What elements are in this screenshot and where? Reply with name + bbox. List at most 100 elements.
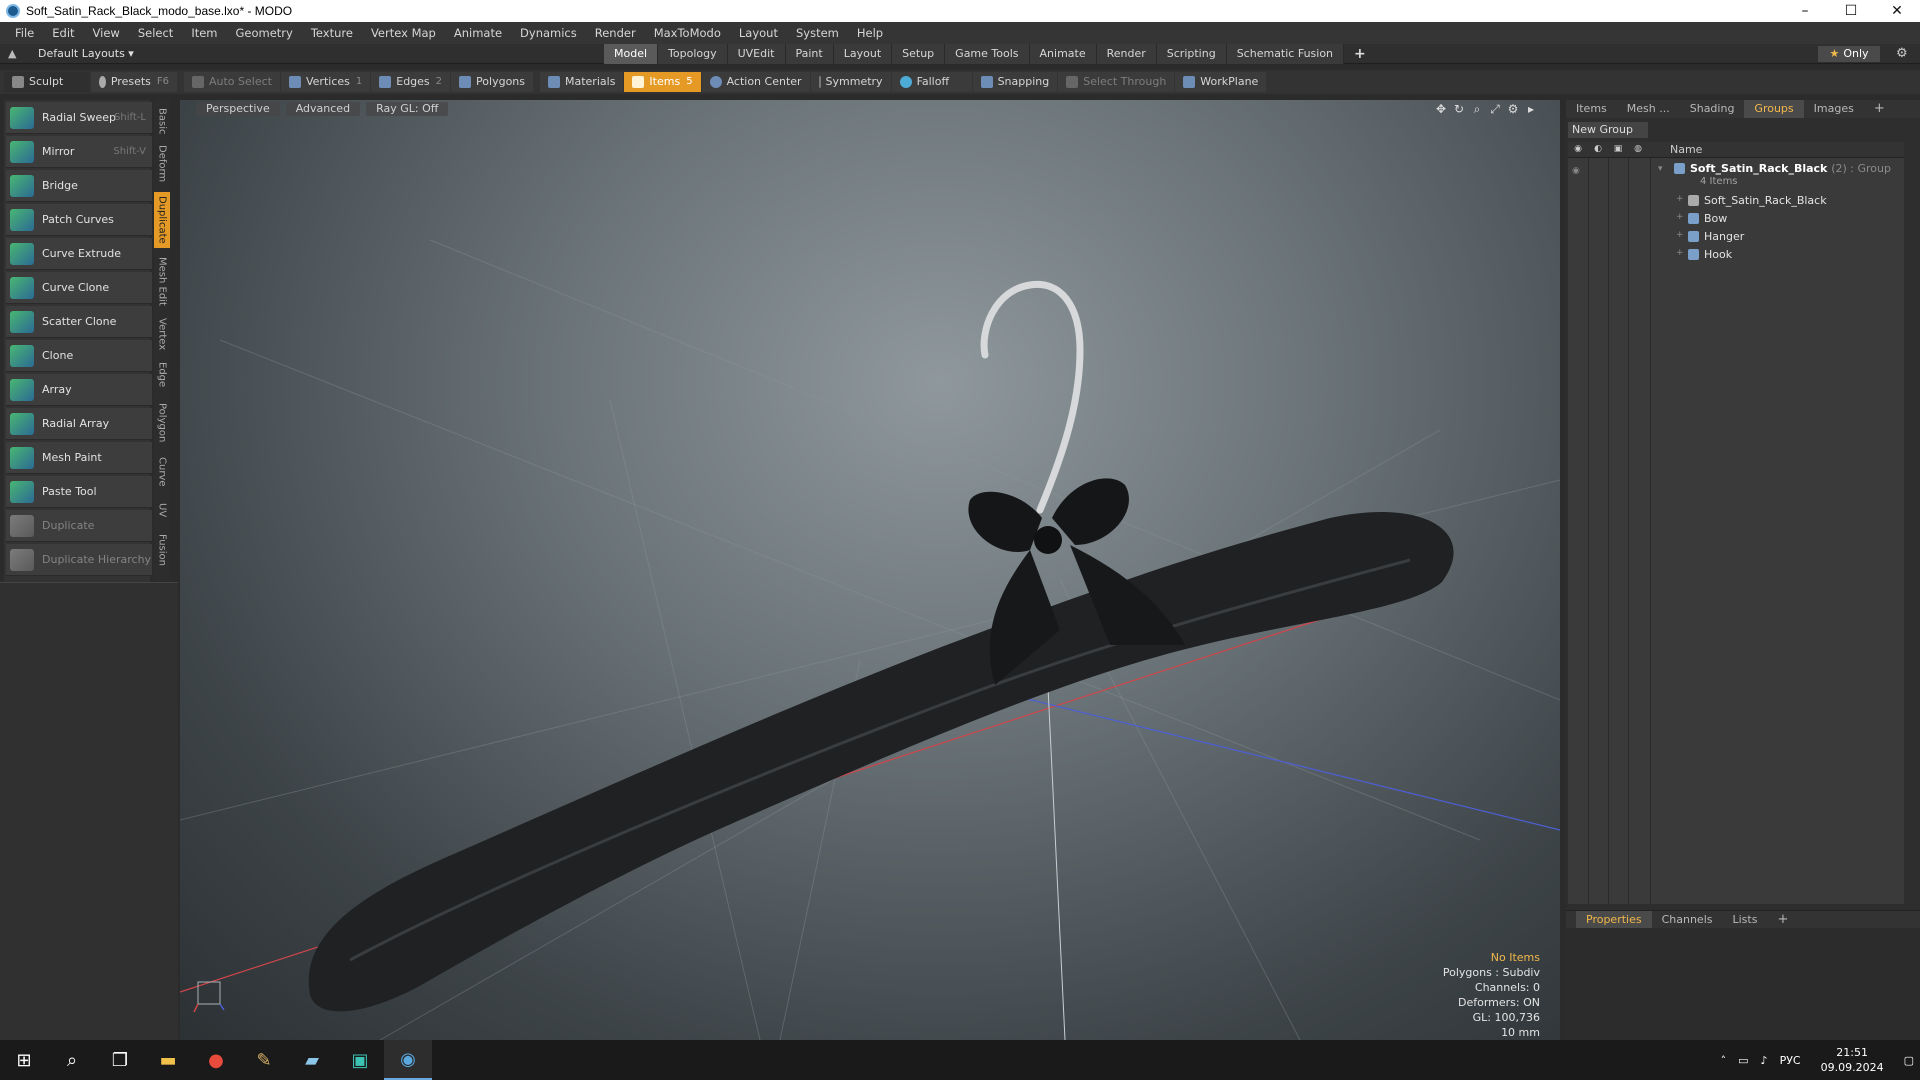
search-icon[interactable]: ⌕ (48, 1040, 96, 1080)
radial-sweep-tool[interactable]: Radial Sweep Shift-L (6, 102, 152, 134)
list-item[interactable]: + Bow (1568, 210, 1904, 228)
advanced-shading-button[interactable]: Advanced (285, 102, 361, 116)
expand-arrow-icon[interactable]: + (1676, 212, 1684, 222)
maximize-button[interactable]: ☐ (1828, 0, 1874, 22)
tab-channels[interactable]: Channels (1652, 911, 1723, 929)
clone-tool[interactable]: Clone (6, 340, 152, 372)
visibility-column-icon[interactable]: ◉ (1572, 144, 1584, 156)
tab-items[interactable]: Items (1566, 100, 1617, 118)
ray-gl-toggle[interactable]: Ray GL: Off (366, 102, 449, 116)
new-group-button[interactable]: New Group (1568, 122, 1648, 138)
network-icon[interactable]: ▭ (1738, 1054, 1748, 1067)
snapping-button[interactable]: Snapping (972, 72, 1058, 92)
language-indicator[interactable]: РУС (1780, 1054, 1801, 1067)
action-center-button[interactable]: Action Center (701, 72, 810, 92)
side-tab-duplicate[interactable]: Duplicate (154, 192, 170, 248)
menu-layout[interactable]: Layout (730, 22, 787, 44)
add-layout-tab-button[interactable]: + (1344, 44, 1376, 64)
curve-extrude-tool[interactable]: Curve Extrude (6, 238, 152, 270)
tab-layout[interactable]: Layout (833, 44, 893, 64)
tab-lists[interactable]: Lists (1723, 911, 1768, 929)
render-column-icon[interactable]: ◐ (1592, 144, 1604, 156)
notification-icon[interactable]: ▢ (1904, 1054, 1914, 1067)
file-explorer-icon[interactable]: ▬ (144, 1040, 192, 1080)
sculpt-button[interactable]: Sculpt (4, 72, 90, 92)
menu-system[interactable]: System (787, 22, 848, 44)
tab-render[interactable]: Render (1096, 44, 1157, 64)
side-tab-mesh-edit[interactable]: Mesh Edit (154, 254, 170, 308)
only-button[interactable]: ★ Only (1818, 46, 1880, 62)
mirror-tool[interactable]: Mirror Shift-V (6, 136, 152, 168)
notes-app-icon[interactable]: ▰ (288, 1040, 336, 1080)
duplicate-tool[interactable]: Duplicate (6, 510, 152, 542)
tab-groups[interactable]: Groups (1744, 100, 1804, 118)
tab-topology[interactable]: Topology (658, 44, 728, 64)
maya-app-icon[interactable]: ▣ (336, 1040, 384, 1080)
zoom-icon[interactable]: ⌕ (1468, 102, 1486, 117)
3d-viewport[interactable]: Perspective Advanced Ray GL: Off ✥ ↻ ⌕ ⤢… (180, 100, 1560, 1040)
select-through-button[interactable]: Select Through (1058, 72, 1175, 92)
tab-model[interactable]: Model (604, 44, 659, 64)
side-tab-uv[interactable]: UV (154, 498, 170, 522)
bridge-tool[interactable]: Bridge (6, 170, 152, 202)
side-tab-edge[interactable]: Edge (154, 358, 170, 392)
close-button[interactable]: ✕ (1874, 0, 1920, 22)
menu-help[interactable]: Help (848, 22, 892, 44)
layout-up-icon[interactable]: ▲ (8, 47, 20, 60)
tab-shading[interactable]: Shading (1680, 100, 1745, 118)
tab-mesh[interactable]: Mesh ... (1617, 100, 1680, 118)
list-item[interactable]: + Hanger (1568, 228, 1904, 246)
volume-icon[interactable]: ♪ (1761, 1054, 1768, 1067)
polygons-button[interactable]: Polygons (451, 72, 533, 92)
array-tool[interactable]: Array (6, 374, 152, 406)
auto-select-button[interactable]: Auto Select (184, 72, 280, 92)
patch-curves-tool[interactable]: Patch Curves (6, 204, 152, 236)
menu-render[interactable]: Render (586, 22, 645, 44)
paste-tool[interactable]: Paste Tool (6, 476, 152, 508)
side-tab-deform[interactable]: Deform (154, 142, 170, 186)
menu-texture[interactable]: Texture (302, 22, 362, 44)
materials-button[interactable]: Materials (540, 72, 624, 92)
minimize-button[interactable]: – (1782, 0, 1828, 22)
gear-icon[interactable]: ⚙ (1896, 46, 1908, 61)
menu-dynamics[interactable]: Dynamics (511, 22, 586, 44)
falloff-button[interactable]: Falloff (891, 72, 972, 92)
tab-schematic-fusion[interactable]: Schematic Fusion (1226, 44, 1345, 64)
workplane-button[interactable]: WorkPlane (1175, 72, 1267, 92)
side-tab-basic[interactable]: Basic (154, 104, 170, 138)
list-item[interactable]: + Soft_Satin_Rack_Black (1568, 192, 1904, 210)
default-layouts-dropdown[interactable]: Default Layouts ▾ (38, 47, 134, 60)
paint-app-icon[interactable]: ✎ (240, 1040, 288, 1080)
collapse-arrow-icon[interactable]: ▾ (1658, 164, 1663, 174)
add-panel-tab-button[interactable]: + (1864, 100, 1895, 118)
settings-icon[interactable]: ⚙ (1504, 102, 1522, 117)
menu-maxtomodo[interactable]: MaxToModo (645, 22, 730, 44)
tray-chevron-icon[interactable]: ˄ (1721, 1054, 1727, 1067)
move-icon[interactable]: ✥ (1432, 102, 1450, 117)
rotate-icon[interactable]: ↻ (1450, 102, 1468, 117)
expand-arrow-icon[interactable]: + (1676, 248, 1684, 258)
clock[interactable]: 21:51 09.09.2024 (1821, 1045, 1884, 1075)
side-tab-curve[interactable]: Curve (154, 454, 170, 490)
expand-arrow-icon[interactable]: + (1676, 194, 1684, 204)
menu-view[interactable]: View (84, 22, 129, 44)
tab-paint[interactable]: Paint (785, 44, 834, 64)
select-column-icon[interactable]: ◍ (1632, 144, 1644, 156)
modo-app-icon[interactable]: ◉ (384, 1040, 432, 1080)
lock-column-icon[interactable]: ▣ (1612, 144, 1624, 156)
tab-animate[interactable]: Animate (1029, 44, 1097, 64)
menu-animate[interactable]: Animate (445, 22, 511, 44)
add-properties-tab-button[interactable]: + (1767, 911, 1798, 929)
scatter-clone-tool[interactable]: Scatter Clone (6, 306, 152, 338)
presets-button[interactable]: Presets F6 (91, 72, 177, 92)
tab-game-tools[interactable]: Game Tools (945, 44, 1030, 64)
name-column-header[interactable]: Name (1670, 143, 1702, 156)
edges-button[interactable]: Edges 2 (371, 72, 451, 92)
duplicate-hierarchy-tool[interactable]: Duplicate Hierarchy (6, 544, 152, 576)
menu-vertex-map[interactable]: Vertex Map (362, 22, 445, 44)
tab-images[interactable]: Images (1804, 100, 1864, 118)
mesh-paint-tool[interactable]: Mesh Paint (6, 442, 152, 474)
fit-icon[interactable]: ⤢ (1486, 102, 1504, 117)
menu-item[interactable]: Item (182, 22, 226, 44)
tab-setup[interactable]: Setup (892, 44, 946, 64)
